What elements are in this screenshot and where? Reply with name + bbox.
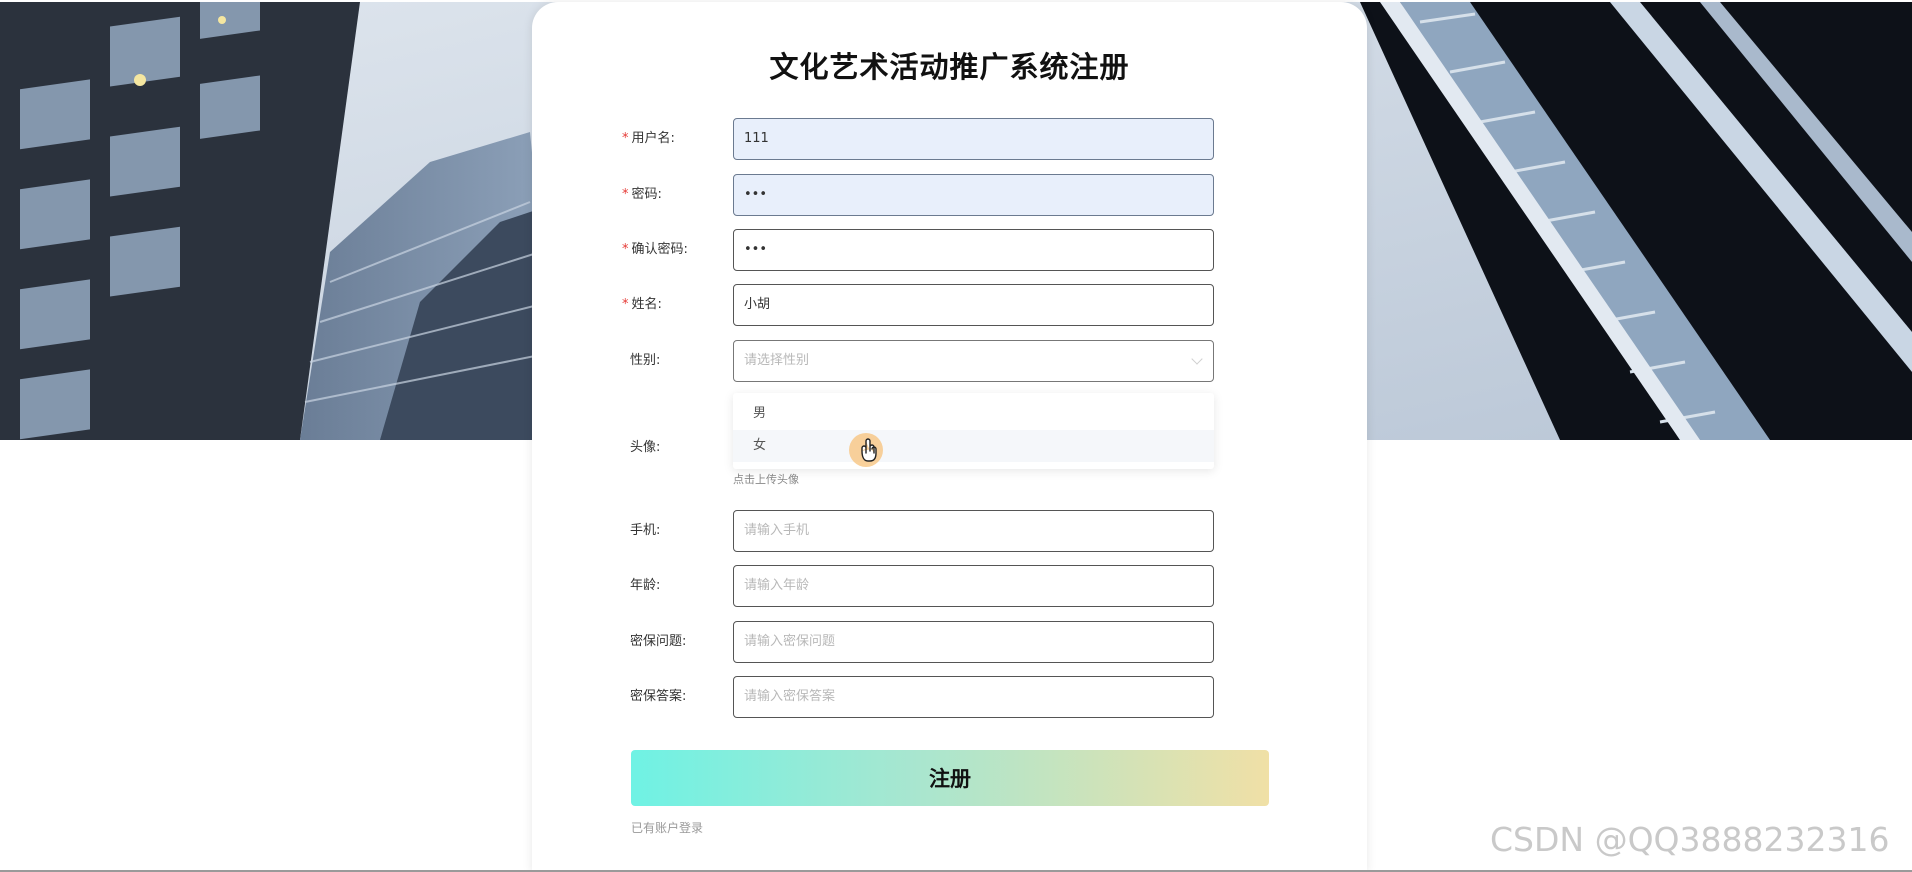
phone-input[interactable]: 请输入手机 — [733, 510, 1214, 552]
age-input[interactable]: 请输入年龄 — [733, 565, 1214, 607]
confirm-password-row: * 确认密码: ••• — [532, 229, 1367, 271]
required-mark: * — [622, 297, 629, 312]
chevron-down-icon — [1191, 353, 1203, 365]
gender-select[interactable]: 请选择性别 — [733, 340, 1214, 382]
required-mark: * — [622, 187, 629, 202]
gender-label: 性别: — [630, 353, 661, 368]
name-row: * 姓名: 小胡 — [532, 284, 1367, 326]
security-question-input[interactable]: 请输入密保问题 — [733, 621, 1214, 663]
password-row: * 密码: ••• — [532, 174, 1367, 216]
password-input[interactable]: ••• — [733, 174, 1214, 216]
avatar-upload-hint[interactable]: 点击上传头像 — [733, 471, 799, 487]
security-answer-input[interactable]: 请输入密保答案 — [733, 676, 1214, 718]
age-row: 年龄: 请输入年龄 — [532, 565, 1367, 607]
hand-cursor-icon — [848, 433, 888, 477]
gender-option-male[interactable]: 男 — [733, 398, 1214, 430]
page-title: 文化艺术活动推广系统注册 — [769, 50, 1130, 84]
required-mark: * — [622, 131, 629, 146]
gender-placeholder: 请选择性别 — [744, 353, 810, 368]
security-answer-label: 密保答案: — [630, 689, 687, 704]
confirm-password-label: * 确认密码: — [622, 242, 688, 257]
csdn-watermark: CSDN @QQ3888232316 — [1490, 820, 1890, 859]
login-link[interactable]: 已有账户登录 — [631, 819, 703, 836]
gender-dropdown: 男 女 — [733, 393, 1214, 469]
security-answer-row: 密保答案: 请输入密保答案 — [532, 676, 1367, 718]
gender-row: 性别: 请选择性别 — [532, 340, 1367, 382]
required-mark: * — [622, 242, 629, 257]
password-label: * 密码: — [622, 187, 662, 202]
avatar-label: 头像: — [630, 440, 661, 455]
username-label: * 用户名: — [622, 131, 675, 146]
name-label: * 姓名: — [622, 297, 662, 312]
confirm-password-input[interactable]: ••• — [733, 229, 1214, 271]
username-input[interactable]: 111 — [733, 118, 1214, 160]
security-question-label: 密保问题: — [630, 634, 687, 649]
phone-row: 手机: 请输入手机 — [532, 510, 1367, 552]
security-question-row: 密保问题: 请输入密保问题 — [532, 621, 1367, 663]
phone-label: 手机: — [630, 523, 661, 538]
age-label: 年龄: — [630, 578, 661, 593]
name-input[interactable]: 小胡 — [733, 284, 1214, 326]
username-row: * 用户名: 111 — [532, 118, 1367, 160]
register-button[interactable]: 注册 — [631, 750, 1269, 806]
gender-option-female[interactable]: 女 — [733, 430, 1214, 462]
